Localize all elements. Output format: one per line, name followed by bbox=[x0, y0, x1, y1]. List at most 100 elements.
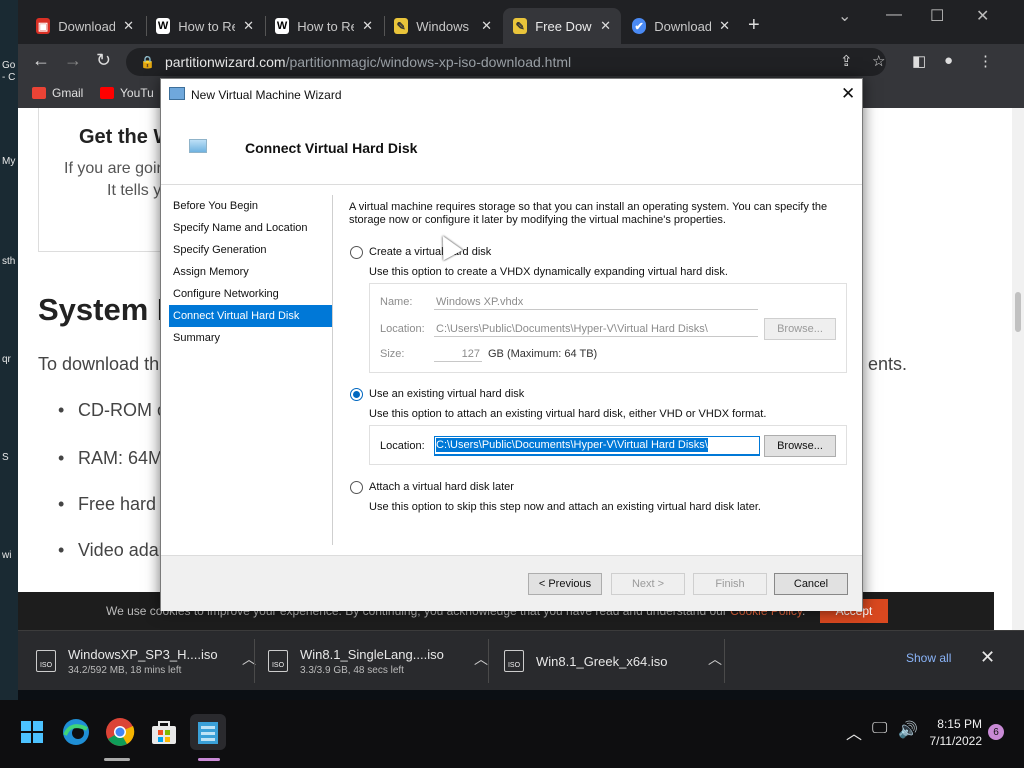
back-arrow-icon[interactable]: ← bbox=[32, 50, 50, 71]
download-favicon-icon: ▣ bbox=[36, 18, 51, 34]
new-vm-wizard-dialog: New Virtual Machine Wizard ✕ Connect Vir… bbox=[160, 78, 863, 611]
bookmark-star-icon[interactable]: ☆ bbox=[872, 52, 885, 70]
partitionwizard-favicon-icon: ✎ bbox=[394, 18, 409, 34]
paragraph-end: ents. bbox=[868, 354, 908, 374]
show-all-downloads-link[interactable]: Show all bbox=[906, 651, 951, 665]
existing-location-label: Location: bbox=[380, 440, 425, 452]
step-configure-networking[interactable]: Configure Networking bbox=[169, 283, 333, 305]
desktop-icon-label[interactable]: wi bbox=[2, 550, 11, 561]
name-input-disabled[interactable]: Windows XP.vhdx bbox=[434, 294, 758, 310]
close-tab-icon[interactable]: ✕ bbox=[362, 18, 373, 34]
paragraph: To download th bbox=[38, 354, 160, 374]
maximize-icon[interactable]: ☐ bbox=[930, 6, 944, 26]
step-summary[interactable]: Summary bbox=[169, 327, 333, 349]
desktop-icon-label[interactable]: My bbox=[2, 156, 15, 167]
chevron-up-icon[interactable]: ︿ bbox=[474, 649, 488, 669]
forward-arrow-icon[interactable]: → bbox=[64, 50, 82, 71]
step-connect-virtual-hard-disk[interactable]: Connect Virtual Hard Disk bbox=[169, 305, 333, 327]
step-before-you-begin[interactable]: Before You Begin bbox=[169, 195, 333, 217]
step-specify-name-location[interactable]: Specify Name and Location bbox=[169, 217, 333, 239]
iso-file-icon: ISO bbox=[36, 650, 56, 672]
desktop-icon-label[interactable]: Go bbox=[2, 60, 15, 71]
hyper-v-manager-icon[interactable] bbox=[190, 714, 226, 750]
step-assign-memory[interactable]: Assign Memory bbox=[169, 261, 333, 283]
menu-kebab-icon[interactable]: ⋮ bbox=[978, 52, 993, 70]
network-icon[interactable]: 🖵 bbox=[872, 720, 887, 738]
tab-windows[interactable]: ✎ Windows ✕ bbox=[384, 8, 502, 44]
wizard-step-list: Before You Begin Specify Name and Locati… bbox=[169, 195, 333, 349]
tray-chevron-up-icon[interactable]: ︿ bbox=[846, 720, 862, 744]
list-item: RAM: 64M bbox=[58, 448, 163, 469]
iso-file-icon: ISO bbox=[504, 650, 524, 672]
cancel-button[interactable]: Cancel bbox=[774, 573, 848, 595]
close-tab-icon[interactable]: ✕ bbox=[719, 18, 730, 34]
download-item[interactable]: ISO WindowsXP_SP3_H....iso 34.2/592 MB, … bbox=[36, 639, 256, 683]
browse-button[interactable]: Browse... bbox=[764, 435, 836, 457]
profile-icon[interactable]: ● bbox=[944, 52, 953, 69]
close-shelf-icon[interactable]: ✕ bbox=[980, 647, 995, 668]
download-item[interactable]: ISO Win8.1_SingleLang....iso 3.3/3.9 GB,… bbox=[268, 639, 488, 683]
dialog-close-icon[interactable]: ✕ bbox=[841, 84, 855, 104]
location-input-disabled[interactable]: C:\Users\Public\Documents\Hyper-V\Virtua… bbox=[434, 321, 758, 337]
side-panel-icon[interactable]: ◧ bbox=[912, 52, 926, 70]
chevron-up-icon[interactable]: ︿ bbox=[708, 649, 722, 669]
tab-download-2[interactable]: ✔ Download ✕ bbox=[622, 8, 740, 44]
existing-location-input[interactable]: C:\Users\Public\Documents\Hyper-V\Virtua… bbox=[434, 436, 760, 456]
address-bar[interactable]: 🔒 partitionwizard.com/partitionmagic/win… bbox=[126, 48, 886, 76]
chrome-browser-icon[interactable] bbox=[102, 714, 138, 750]
volume-icon[interactable]: 🔊 bbox=[898, 720, 918, 740]
tab-download[interactable]: ▣ Download ✕ bbox=[26, 8, 144, 44]
desktop-icon-label[interactable]: S bbox=[2, 452, 9, 463]
attach-later-label[interactable]: Attach a virtual hard disk later bbox=[369, 481, 514, 493]
desktop-icon-label[interactable]: qr bbox=[2, 354, 11, 365]
tab-how-to-2[interactable]: W How to Re ✕ bbox=[265, 8, 383, 44]
step-specify-generation[interactable]: Specify Generation bbox=[169, 239, 333, 261]
tab-how-to-1[interactable]: W How to Re ✕ bbox=[146, 8, 264, 44]
download-status: 34.2/592 MB, 18 mins left bbox=[68, 664, 182, 676]
tab-title: Download bbox=[58, 18, 116, 34]
description-text: A virtual machine requires storage so th… bbox=[349, 201, 828, 226]
partitionwizard-favicon-icon: ✎ bbox=[513, 18, 528, 34]
close-tab-icon[interactable]: ✕ bbox=[123, 18, 134, 34]
location-label: Location: bbox=[380, 323, 425, 335]
bookmark-youtube[interactable]: YouTu bbox=[100, 86, 154, 100]
existing-disk-radio[interactable] bbox=[350, 388, 363, 401]
share-icon[interactable]: ⇪ bbox=[840, 52, 853, 70]
existing-disk-label[interactable]: Use an existing virtual hard disk bbox=[369, 388, 524, 400]
scrollbar-thumb[interactable] bbox=[1015, 292, 1021, 332]
tab-title: How to Re bbox=[178, 18, 236, 34]
desktop-icon-label[interactable]: - C bbox=[2, 72, 15, 83]
check-favicon-icon: ✔ bbox=[632, 18, 647, 34]
notification-badge[interactable]: 6 bbox=[988, 724, 1004, 740]
close-window-icon[interactable]: ✕ bbox=[976, 6, 989, 26]
previous-button[interactable]: < Previous bbox=[528, 573, 602, 595]
download-status: 3.3/3.9 GB, 48 secs left bbox=[300, 664, 404, 676]
browse-button-disabled[interactable]: Browse... bbox=[764, 318, 836, 340]
create-disk-radio[interactable] bbox=[350, 246, 363, 259]
wizard-header: Connect Virtual Hard Disk bbox=[161, 109, 862, 185]
close-tab-icon[interactable]: ✕ bbox=[481, 18, 492, 34]
finish-button-disabled[interactable]: Finish bbox=[693, 573, 767, 595]
selected-path-text: C:\Users\Public\Documents\Hyper-V\Virtua… bbox=[436, 438, 708, 452]
download-item[interactable]: ISO Win8.1_Greek_x64.iso ︿ bbox=[504, 639, 722, 683]
create-disk-label[interactable]: Create a virtual hard disk bbox=[369, 246, 491, 258]
start-windows-icon[interactable] bbox=[14, 714, 50, 750]
next-button-disabled[interactable]: Next > bbox=[611, 573, 685, 595]
tab-strip: ▣ Download ✕ W How to Re ✕ W How to Re ✕… bbox=[18, 0, 1024, 44]
desktop-icon-label[interactable]: sth bbox=[2, 256, 15, 267]
minimize-icon[interactable]: — bbox=[886, 6, 902, 24]
close-tab-icon[interactable]: ✕ bbox=[600, 18, 611, 34]
tab-free-download-active[interactable]: ✎ Free Dow ✕ bbox=[503, 8, 621, 44]
tab-search-chevron-icon[interactable]: ⌄ bbox=[838, 6, 851, 26]
system-clock[interactable]: 8:15 PM 7/11/2022 bbox=[922, 716, 983, 750]
edge-browser-icon[interactable] bbox=[58, 714, 94, 750]
new-tab-plus-icon[interactable]: + bbox=[748, 14, 760, 37]
bookmark-gmail[interactable]: Gmail bbox=[32, 86, 83, 100]
page-scrollbar[interactable] bbox=[1012, 108, 1024, 630]
microsoft-store-icon[interactable] bbox=[146, 714, 182, 750]
close-tab-icon[interactable]: ✕ bbox=[243, 18, 254, 34]
size-input-disabled[interactable]: 127 bbox=[434, 346, 482, 362]
attach-later-radio[interactable] bbox=[350, 481, 363, 494]
reload-icon[interactable]: ↻ bbox=[96, 50, 111, 71]
attach-later-help: Use this option to skip this step now an… bbox=[369, 501, 761, 513]
